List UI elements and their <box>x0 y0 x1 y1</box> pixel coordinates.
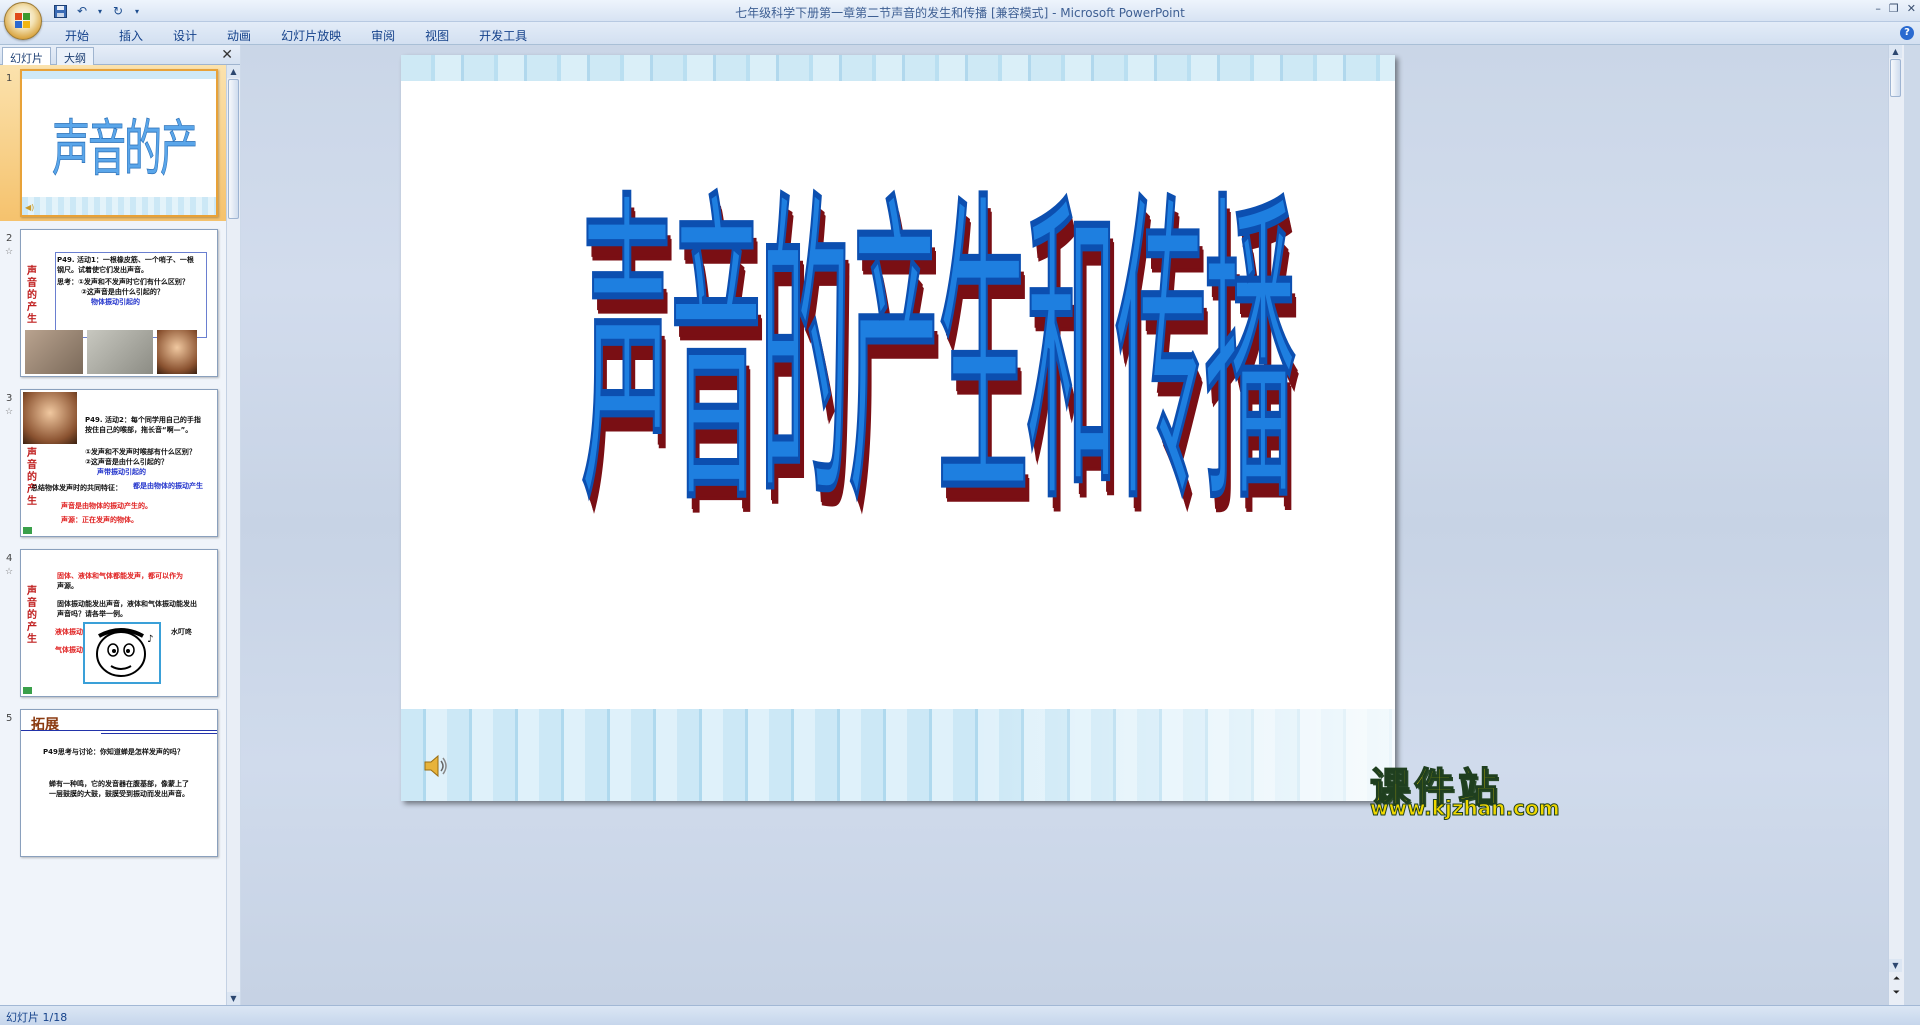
tab-home[interactable]: 开始 <box>50 27 104 44</box>
window-controls: – ❐ ✕ <box>1875 2 1916 15</box>
title-bar: ↶ ▾ ↻ ▾ 七年级科学下册第一章第二节声音的发生和传播 [兼容模式] - M… <box>0 0 1920 40</box>
slide-thumbnail-5[interactable]: 5 拓展 P49思考与讨论：你知道蝉是怎样发声的吗？ 蝉有一种鸣，它的发音器在腹… <box>0 705 226 861</box>
slide-thumbnail-2[interactable]: 2 ☆ 声音的产生 P49. 活动1：一根橡皮筋、一个哨子、一根 钢尺。试着使它… <box>0 225 226 381</box>
slide-thumbnail-3[interactable]: 3 ☆ 声音的产生 P49. 活动2：每个同学用自己的手指 按住自己的喉部，拖长… <box>0 385 226 541</box>
slide-number: 2 <box>6 233 13 244</box>
minimize-icon[interactable]: – <box>1875 2 1881 15</box>
play-icon <box>23 687 32 694</box>
slide-thumbnails: 1 声音的产生和传播 ◀) 2 ☆ 声音的产生 P49. 活动1：一根橡皮筋、一… <box>0 65 226 1005</box>
slide-preview: 拓展 P49思考与讨论：你知道蝉是怎样发声的吗？ 蝉有一种鸣，它的发音器在腹基部… <box>20 709 218 857</box>
window-title: 七年级科学下册第一章第二节声音的发生和传播 [兼容模式] - Microsoft… <box>735 6 1185 20</box>
slide-preview: 声音的产生 固体、液体和气体都能发声，都可以作为 声源。 固体振动能发出声音，液… <box>20 549 218 697</box>
close-window-icon[interactable]: ✕ <box>1907 2 1916 15</box>
play-icon <box>23 527 32 534</box>
slide-scrollbar[interactable]: ▲ ▼ ⏶ ⏷ <box>1888 45 1904 1005</box>
animation-star-icon: ☆ <box>5 567 14 577</box>
thumb-photo <box>157 330 197 374</box>
slide-title[interactable]: 声音的产生和传播 <box>580 190 1297 524</box>
scroll-up-icon[interactable]: ▲ <box>227 65 240 78</box>
cartoon-figure: ♪ <box>83 622 161 684</box>
tab-insert[interactable]: 插入 <box>104 27 158 44</box>
slide-editing-area: 声音的产生和传播 ▲ ▼ ⏶ ⏷ <box>241 45 1904 1005</box>
slide-preview: 声音的产生 P49. 活动1：一根橡皮筋、一个哨子、一根 钢尺。试着使它们发出声… <box>20 229 218 377</box>
tab-view[interactable]: 视图 <box>410 27 464 44</box>
tab-outline[interactable]: 大纲 <box>56 47 94 65</box>
ribbon-tab-bar: 开始 插入 设计 动画 幻灯片放映 审阅 视图 开发工具 ? <box>0 22 1920 45</box>
animation-star-icon: ☆ <box>5 407 14 417</box>
scroll-down-icon[interactable]: ▼ <box>1889 959 1902 972</box>
scroll-thumb[interactable] <box>228 79 239 219</box>
tab-developer[interactable]: 开发工具 <box>464 27 542 44</box>
scroll-thumb[interactable] <box>1890 59 1901 97</box>
slide-thumbnail-1[interactable]: 1 声音的产生和传播 ◀) <box>0 65 226 221</box>
office-logo-icon <box>15 13 31 29</box>
scroll-down-icon[interactable]: ▼ <box>227 992 240 1005</box>
tab-design[interactable]: 设计 <box>158 27 212 44</box>
thumb-photo <box>87 330 153 374</box>
restore-icon[interactable]: ❐ <box>1889 2 1899 15</box>
slide-number: 3 <box>6 393 13 404</box>
watermark-logo: 课件站 www.kjzhan.com <box>1366 755 1566 821</box>
thumb-title: 拓展 <box>31 717 59 733</box>
ribbon-tabs: 开始 插入 设计 动画 幻灯片放映 审阅 视图 开发工具 <box>50 27 542 44</box>
slide-top-decoration <box>401 55 1395 81</box>
animation-star-icon: ☆ <box>5 247 14 257</box>
slide-preview: 声音的产生 P49. 活动2：每个同学用自己的手指 按住自己的喉部，拖长音“啊—… <box>20 389 218 537</box>
slide-number: 1 <box>6 73 13 84</box>
slide-position: 幻灯片 1/18 <box>6 1011 68 1024</box>
tab-review[interactable]: 审阅 <box>356 27 410 44</box>
thumb-photo <box>25 330 83 374</box>
thumbnails-scrollbar[interactable]: ▲ ▼ <box>226 65 240 1005</box>
thumb-photo <box>23 392 77 444</box>
panel-tabs: 幻灯片 大纲 ✕ <box>0 45 240 65</box>
watermark-url: www.kjzhan.com <box>1370 796 1561 821</box>
close-icon[interactable]: ✕ <box>221 47 233 63</box>
speaker-icon[interactable] <box>423 753 449 779</box>
office-button[interactable] <box>4 2 42 40</box>
slide-number: 5 <box>6 713 13 724</box>
slides-panel: 幻灯片 大纲 ✕ 1 声音的产生和传播 ◀) 2 ☆ 声音的产生 P49. 活动… <box>0 45 240 1005</box>
status-bar: 幻灯片 1/18 <box>0 1005 1920 1025</box>
help-icon[interactable]: ? <box>1900 26 1914 40</box>
previous-slide-icon[interactable]: ⏶ <box>1890 973 1903 985</box>
slide-number: 4 <box>6 553 13 564</box>
speaker-icon: ◀) <box>25 203 35 212</box>
tab-animations[interactable]: 动画 <box>212 27 266 44</box>
current-slide[interactable]: 声音的产生和传播 <box>401 55 1395 801</box>
thumb-side-title: 声音的产生 <box>27 448 37 507</box>
svg-text:♪: ♪ <box>147 634 153 645</box>
thumb-side-title: 声音的产生 <box>27 266 37 325</box>
tab-slideshow[interactable]: 幻灯片放映 <box>266 27 356 44</box>
scroll-up-icon[interactable]: ▲ <box>1889 45 1902 58</box>
slide-thumbnail-4[interactable]: 4 ☆ 声音的产生 固体、液体和气体都能发声，都可以作为 声源。 固体振动能发出… <box>0 545 226 701</box>
slide-preview: 声音的产生和传播 ◀) <box>20 69 218 217</box>
next-slide-icon[interactable]: ⏷ <box>1890 987 1903 999</box>
thumb-side-title: 声音的产生 <box>27 586 37 645</box>
tab-slides[interactable]: 幻灯片 <box>2 47 51 65</box>
